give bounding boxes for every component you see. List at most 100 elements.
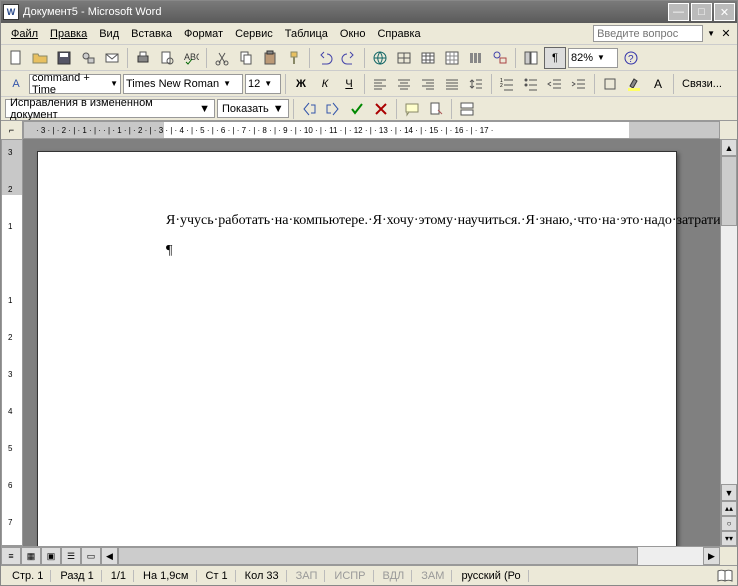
new-comment-button[interactable] <box>401 98 423 120</box>
align-left-button[interactable] <box>369 73 391 95</box>
next-change-button[interactable] <box>322 98 344 120</box>
body-text[interactable]: Я·учусь·работать·на·компьютере.·Я·хочу·э… <box>166 212 628 231</box>
email-button[interactable] <box>101 47 123 69</box>
empty-paragraph[interactable]: ¶ <box>166 243 628 259</box>
maximize-button[interactable]: □ <box>691 3 712 21</box>
new-button[interactable] <box>5 47 27 69</box>
drawing-button[interactable] <box>489 47 511 69</box>
highlight-button[interactable] <box>623 73 645 95</box>
font-color-button[interactable]: A <box>647 73 669 95</box>
increase-indent-button[interactable] <box>568 73 590 95</box>
vertical-scrollbar[interactable]: ▲ ▼ ▴▴ ○ ▾▾ <box>720 139 737 546</box>
vertical-ruler[interactable]: 32112345678 <box>1 139 23 546</box>
prev-change-button[interactable] <box>298 98 320 120</box>
close-document-button[interactable]: ✕ <box>719 27 733 41</box>
status-pages: 1/1 <box>104 570 134 582</box>
track-changes-button[interactable] <box>425 98 447 120</box>
borders-button[interactable] <box>599 73 621 95</box>
reviewing-pane-button[interactable] <box>456 98 478 120</box>
scroll-right-button[interactable]: ▶ <box>703 547 720 565</box>
line-spacing-button[interactable] <box>465 73 487 95</box>
menu-tools[interactable]: Сервис <box>229 26 279 42</box>
horizontal-ruler[interactable]: · 3 · | · 2 · | · 1 · | · · | · 1 · | · … <box>23 121 720 139</box>
menu-file[interactable]: Файл <box>5 26 44 42</box>
status-column: Кол 33 <box>238 570 287 582</box>
status-ovr[interactable]: ЗАМ <box>414 570 452 582</box>
style-combo[interactable]: command + Time▼ <box>29 74 121 94</box>
normal-view-button[interactable]: ≡ <box>1 547 21 565</box>
insert-table-button[interactable] <box>417 47 439 69</box>
menu-help[interactable]: Справка <box>371 26 426 42</box>
next-page-button[interactable]: ▾▾ <box>721 531 737 546</box>
minimize-button[interactable]: — <box>668 3 689 21</box>
status-rec[interactable]: ЗАП <box>289 570 326 582</box>
show-combo[interactable]: Показать▼ <box>217 99 289 118</box>
align-center-button[interactable] <box>393 73 415 95</box>
numbered-list-button[interactable]: 12 <box>496 73 518 95</box>
scroll-left-button[interactable]: ◀ <box>101 547 118 565</box>
font-size-combo[interactable]: 12▼ <box>245 74 281 94</box>
excel-button[interactable] <box>441 47 463 69</box>
document-area[interactable]: Я·учусь·работать·на·компьютере.·Я·хочу·э… <box>23 139 720 546</box>
scroll-up-button[interactable]: ▲ <box>721 139 737 156</box>
print-layout-button[interactable]: ▣ <box>41 547 61 565</box>
page[interactable]: Я·учусь·работать·на·компьютере.·Я·хочу·э… <box>37 151 677 546</box>
links-button[interactable]: Связи... <box>678 78 726 90</box>
permission-button[interactable] <box>77 47 99 69</box>
menu-window[interactable]: Окно <box>334 26 372 42</box>
status-ext[interactable]: ВДЛ <box>376 570 413 582</box>
italic-button[interactable]: К <box>314 73 336 95</box>
tab-selector[interactable]: ⌐ <box>1 121 23 139</box>
print-button[interactable] <box>132 47 154 69</box>
menu-format[interactable]: Формат <box>178 26 229 42</box>
show-formatting-button[interactable]: ¶ <box>544 47 566 69</box>
underline-button[interactable]: Ч <box>338 73 360 95</box>
print-preview-button[interactable] <box>156 47 178 69</box>
align-right-button[interactable] <box>417 73 439 95</box>
decrease-indent-button[interactable] <box>544 73 566 95</box>
web-view-button[interactable]: ▦ <box>21 547 41 565</box>
scroll-down-button[interactable]: ▼ <box>721 484 737 501</box>
zoom-combo[interactable]: 82%▼ <box>568 48 618 68</box>
spellcheck-button[interactable]: ABC <box>180 47 202 69</box>
display-review-combo[interactable]: Исправления в измененном документ▼ <box>5 99 215 118</box>
document-map-button[interactable] <box>520 47 542 69</box>
bulleted-list-button[interactable] <box>520 73 542 95</box>
workspace: ⌐ · 3 · | · 2 · | · 1 · | · · | · 1 · | … <box>1 121 737 565</box>
redo-button[interactable] <box>338 47 360 69</box>
open-button[interactable] <box>29 47 51 69</box>
hyperlink-button[interactable] <box>369 47 391 69</box>
status-language[interactable]: русский (Ро <box>454 570 528 582</box>
outline-view-button[interactable]: ☰ <box>61 547 81 565</box>
hscroll-thumb[interactable] <box>118 547 638 565</box>
bold-button[interactable]: Ж <box>290 73 312 95</box>
columns-button[interactable] <box>465 47 487 69</box>
menu-view[interactable]: Вид <box>93 26 125 42</box>
close-button[interactable]: ✕ <box>714 3 735 21</box>
cut-button[interactable] <box>211 47 233 69</box>
tables-borders-button[interactable] <box>393 47 415 69</box>
prev-page-button[interactable]: ▴▴ <box>721 501 737 516</box>
status-track[interactable]: ИСПР <box>327 570 373 582</box>
menu-insert[interactable]: Вставка <box>125 26 178 42</box>
help-button[interactable]: ? <box>620 47 642 69</box>
spellcheck-status-icon[interactable] <box>717 569 733 583</box>
paste-button[interactable] <box>259 47 281 69</box>
styles-pane-button[interactable]: A <box>5 73 27 95</box>
accept-change-button[interactable] <box>346 98 368 120</box>
reject-change-button[interactable] <box>370 98 392 120</box>
reading-view-button[interactable]: ▭ <box>81 547 101 565</box>
menu-table[interactable]: Таблица <box>279 26 334 42</box>
save-button[interactable] <box>53 47 75 69</box>
horizontal-scrollbar[interactable]: ◀ ▶ <box>101 547 720 565</box>
format-painter-button[interactable] <box>283 47 305 69</box>
help-search-input[interactable] <box>593 25 703 42</box>
help-dropdown-icon[interactable]: ▼ <box>707 29 715 38</box>
font-combo[interactable]: Times New Roman▼ <box>123 74 243 94</box>
undo-button[interactable] <box>314 47 336 69</box>
justify-button[interactable] <box>441 73 463 95</box>
vscroll-thumb[interactable] <box>721 156 737 226</box>
select-browse-object-button[interactable]: ○ <box>721 516 737 531</box>
copy-button[interactable] <box>235 47 257 69</box>
menu-edit[interactable]: Правка <box>44 26 93 42</box>
